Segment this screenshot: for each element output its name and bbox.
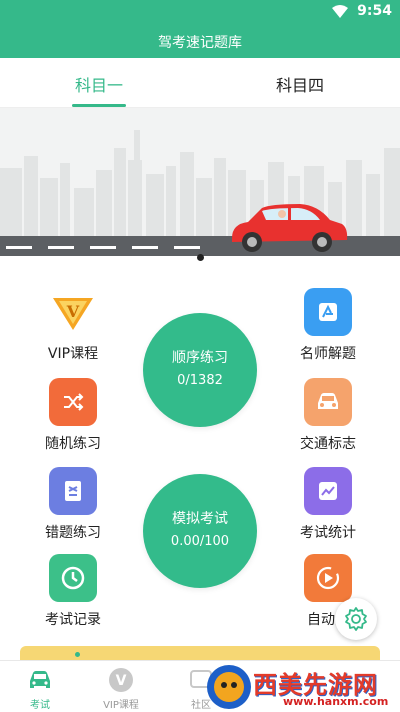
status-bar: 9:54: [0, 0, 400, 24]
vip-course-label: VIP课程: [47, 346, 99, 362]
mock-exam-title: 模拟考试: [172, 511, 228, 527]
exam-record-button[interactable]: 考试记录: [33, 554, 113, 634]
car-icon: [30, 671, 50, 688]
watermark: 西美先游网 www.hanxm.com: [205, 663, 400, 712]
vip-crown-icon: V: [49, 288, 97, 336]
sequential-practice-title: 顺序练习: [172, 350, 228, 366]
clock-icon: [49, 554, 97, 602]
autoplay-icon: [304, 554, 352, 602]
exam-stats-label: 考试统计: [300, 525, 356, 541]
banner-carousel[interactable]: [0, 108, 400, 270]
svg-text:V: V: [116, 673, 127, 689]
subject-tabs: 科目一 科目四: [0, 58, 400, 108]
vip-course-button[interactable]: V VIP课程: [33, 288, 113, 368]
banner-illustration: [0, 130, 400, 270]
car-icon: [304, 378, 352, 426]
traffic-signs-label: 交通标志: [300, 436, 356, 452]
page-title: 驾考速记题库: [158, 35, 242, 51]
nav-exam[interactable]: 考试: [5, 661, 75, 712]
wifi-icon: [332, 5, 348, 18]
promo-decoration: [75, 652, 80, 657]
status-time: 9:54: [357, 3, 392, 19]
document-icon: [49, 467, 97, 515]
settings-fab[interactable]: [335, 598, 377, 640]
tab-subject-one[interactable]: 科目一: [75, 72, 123, 96]
promo-banner[interactable]: [20, 646, 380, 660]
shuffle-icon: [49, 378, 97, 426]
exam-record-label: 考试记录: [45, 612, 101, 628]
sequential-practice-count: 0/1382: [177, 373, 223, 388]
mock-exam-button[interactable]: 模拟考试 0.00/100: [143, 474, 257, 588]
exam-stats-button[interactable]: 考试统计: [288, 467, 368, 547]
carousel-indicator[interactable]: [197, 254, 204, 261]
traffic-signs-button[interactable]: 交通标志: [288, 378, 368, 458]
svg-text:V: V: [66, 302, 80, 321]
random-practice-label: 随机练习: [45, 436, 101, 452]
watermark-url: www.hanxm.com: [283, 695, 389, 708]
random-practice-button[interactable]: 随机练习: [33, 378, 113, 458]
mascot-logo-icon: [207, 665, 251, 709]
teacher-explain-label: 名师解题: [300, 346, 356, 362]
wrong-questions-label: 错题练习: [45, 525, 101, 541]
teacher-icon: [304, 288, 352, 336]
tab-indicator: [72, 104, 126, 107]
nav-vip-label: VIP课程: [103, 700, 139, 711]
nav-vip-course[interactable]: V VIP课程: [86, 661, 156, 712]
wrong-questions-button[interactable]: 错题练习: [33, 467, 113, 547]
gear-icon: [345, 607, 367, 631]
vip-icon: V: [109, 668, 133, 692]
tab-subject-four[interactable]: 科目四: [276, 72, 324, 96]
mock-exam-score: 0.00/100: [170, 534, 230, 549]
teacher-explain-button[interactable]: 名师解题: [288, 288, 368, 368]
app-header: 驾考速记题库: [0, 24, 400, 58]
sequential-practice-button[interactable]: 顺序练习 0/1382: [143, 313, 257, 427]
nav-exam-label: 考试: [30, 700, 50, 711]
chart-icon: [304, 467, 352, 515]
